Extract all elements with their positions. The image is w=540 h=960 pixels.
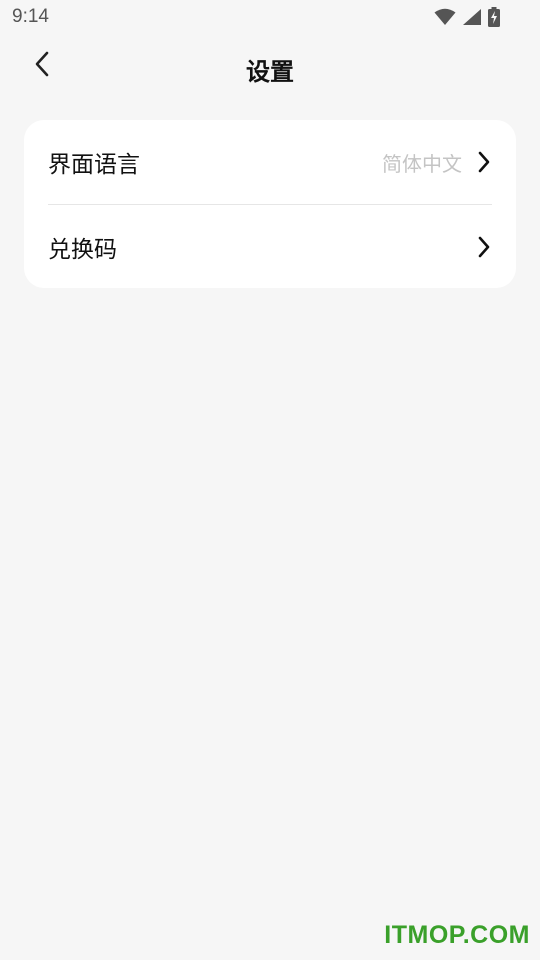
page-title: 设置 bbox=[246, 58, 294, 86]
language-value: 简体中文 bbox=[382, 151, 462, 176]
settings-item-label: 界面语言 bbox=[48, 152, 140, 178]
settings-item-label: 兑换码 bbox=[48, 237, 117, 263]
status-icons bbox=[434, 7, 500, 27]
watermark: ITMOP.COM bbox=[384, 921, 530, 949]
header: 设置 bbox=[0, 36, 540, 100]
cellular-signal-icon bbox=[462, 8, 482, 26]
settings-item-language[interactable]: 界面语言 简体中文 bbox=[48, 120, 492, 204]
wifi-icon bbox=[434, 8, 456, 26]
chevron-right-icon bbox=[476, 235, 492, 259]
status-bar: 9:14 bbox=[0, 0, 540, 36]
status-time: 9:14 bbox=[12, 6, 49, 27]
battery-charging-icon bbox=[488, 7, 500, 27]
settings-card: 界面语言 简体中文 兑换码 bbox=[24, 120, 516, 288]
settings-item-redeem-code[interactable]: 兑换码 bbox=[48, 204, 492, 289]
chevron-right-icon bbox=[476, 150, 492, 174]
